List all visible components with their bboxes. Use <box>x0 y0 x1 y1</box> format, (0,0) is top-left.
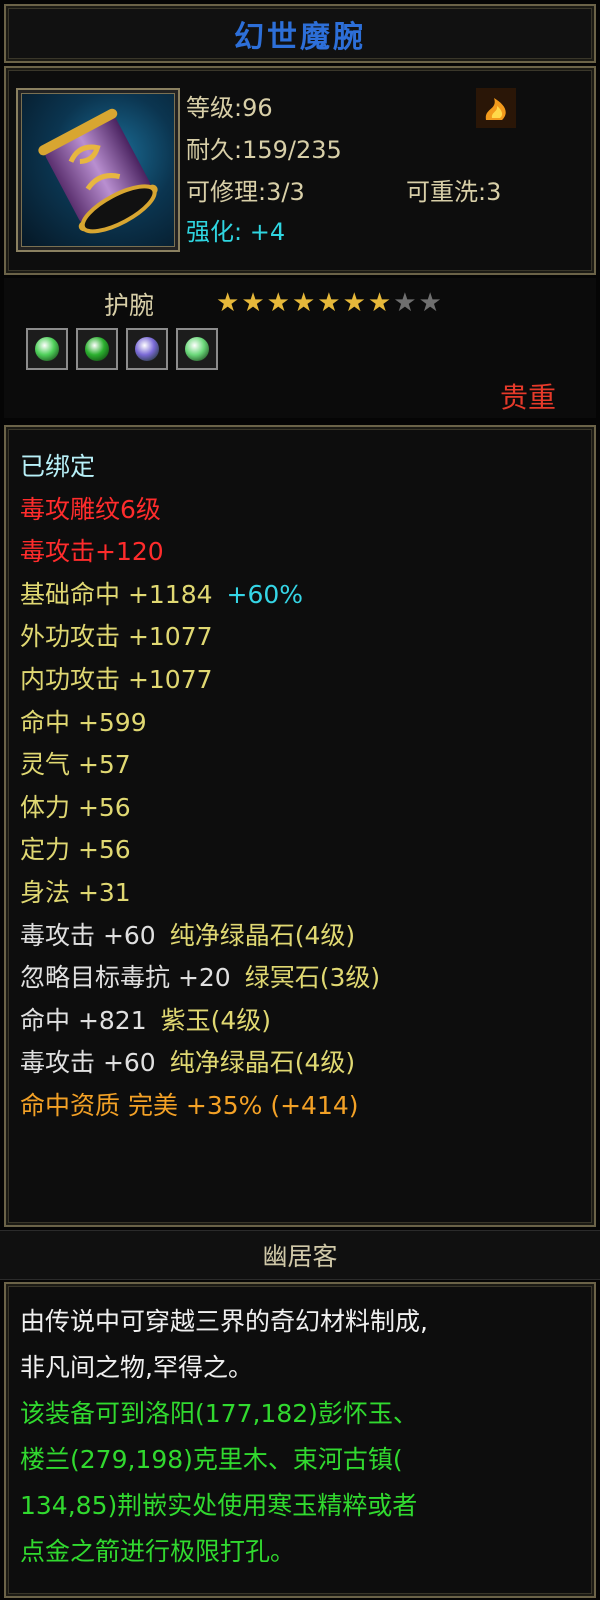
attribute-line: 已绑定 <box>20 447 95 483</box>
description-line: 134,85)荆嵌实处使用寒玉精粹或者 <box>20 1491 418 1520</box>
attribute-text: 定力 +56 <box>20 835 131 865</box>
star-filled-icon: ★ <box>266 288 292 318</box>
item-header: 等级:96 耐久:159/235 可修理:3/3 可重洗:3 强化: +4 <box>4 66 596 275</box>
attribute-text: 命中 +821 <box>20 1005 147 1035</box>
enhance-label: 强化: <box>186 218 243 246</box>
description-line: 楼兰(279,198)克里木、束河古镇( <box>20 1445 403 1474</box>
star-empty-icon: ★ <box>393 288 419 318</box>
attribute-text: 毒攻雕纹6级 <box>20 494 161 524</box>
star-filled-icon: ★ <box>317 288 343 318</box>
attribute-line: 命中 +821 紫玉(4级) <box>20 1001 271 1037</box>
star-empty-icon: ★ <box>418 288 444 318</box>
attribute-text: 灵气 +57 <box>20 750 131 780</box>
attribute-text: 忽略目标毒抗 +20 <box>20 963 231 993</box>
attribute-text: 外功攻击 +1077 <box>20 622 213 652</box>
star-rating: ★★★★★★★★★ <box>216 288 444 318</box>
description-line: 点金之箭进行极限打孔。 <box>20 1537 296 1566</box>
description-panel: 由传说中可穿越三界的奇幻材料制成, 非凡间之物,罕得之。该装备可到洛阳(177,1… <box>4 1282 596 1598</box>
attribute-line: 毒攻击 +60 纯净绿晶石(4级) <box>20 916 355 952</box>
gem-slots <box>26 328 218 370</box>
attribute-list: 已绑定毒攻雕纹6级 毒攻击+120 基础命中 +1184 +60% 外功攻击 +1077… <box>4 425 596 1227</box>
attribute-line: 定力 +56 <box>20 830 131 866</box>
star-filled-icon: ★ <box>342 288 368 318</box>
attribute-line: 命中资质 完美 +35% (+414) <box>20 1086 359 1122</box>
attribute-extra: 纯净绿晶石(4级) <box>169 920 356 950</box>
attribute-text: 毒攻击 +60 <box>20 920 156 950</box>
star-filled-icon: ★ <box>241 288 267 318</box>
attribute-extra: 紫玉(4级) <box>160 1005 272 1035</box>
level-stat: 等级:96 <box>186 94 273 122</box>
purple-gem-icon[interactable] <box>126 328 168 370</box>
attribute-text: 命中资质 完美 +35% (+414) <box>20 1091 359 1120</box>
description-line: 该装备可到洛阳(177,182)彭怀玉、 <box>20 1399 418 1428</box>
description-line: 由传说中可穿越三界的奇幻材料制成, <box>20 1307 428 1336</box>
attribute-text: 身法 +31 <box>20 878 131 907</box>
green-gem-icon[interactable] <box>176 328 218 370</box>
attribute-text: 基础命中 +1184 <box>20 579 213 609</box>
maker-name: 幽居客 <box>262 1242 338 1271</box>
durability-stat: 耐久:159/235 <box>186 136 342 164</box>
item-type: 护腕 <box>104 291 155 320</box>
star-filled-icon: ★ <box>367 288 394 318</box>
attribute-line: 灵气 +57 <box>20 745 131 781</box>
attribute-line: 身法 +31 <box>20 873 131 909</box>
type-panel: 护腕 ★★★★★★★★★ 贵重 <box>4 278 596 418</box>
attribute-line: 基础命中 +1184 +60% <box>20 575 303 611</box>
item-title: 幻世魔腕 <box>234 19 366 55</box>
title-panel: 幻世魔腕 <box>4 4 596 63</box>
attribute-text: 毒攻击 +60 <box>20 1048 156 1078</box>
fire-element-icon <box>476 88 516 128</box>
attribute-text: 命中 +599 <box>20 707 147 737</box>
attribute-line: 外功攻击 +1077 <box>20 617 213 653</box>
attribute-text: 内功攻击 +1077 <box>20 665 213 694</box>
attribute-extra: +60% <box>226 579 304 609</box>
attribute-text: 已绑定 <box>20 452 96 481</box>
attribute-line: 毒攻击 +60 纯净绿晶石(4级) <box>20 1043 355 1079</box>
attribute-text: 毒攻击+120 <box>20 537 164 567</box>
attribute-line: 忽略目标毒抗 +20 绿冥石(3级) <box>20 958 380 994</box>
attribute-line: 命中 +599 <box>20 703 147 739</box>
attribute-line: 毒攻雕纹6级 <box>20 490 161 526</box>
maker-bar: 幽居客 <box>0 1230 600 1280</box>
rarity-label: 贵重 <box>499 381 556 414</box>
attribute-text: 体力 +56 <box>20 792 131 822</box>
rewash-stat: 可重洗:3 <box>406 178 502 206</box>
attribute-extra: 绿冥石(3级) <box>244 963 381 993</box>
star-filled-icon: ★ <box>216 288 242 318</box>
attribute-line: 体力 +56 <box>20 788 131 824</box>
star-filled-icon: ★ <box>291 288 318 318</box>
bracer-icon[interactable] <box>16 88 180 252</box>
item-tooltip: 幻世魔腕 等级:96 耐久:159/235 可修理:3/3 可重洗:3 强化: … <box>0 0 600 1600</box>
attribute-extra: 纯净绿晶石(4级) <box>169 1048 356 1078</box>
attribute-line: 毒攻击+120 <box>20 532 164 568</box>
enhance-value: +4 <box>249 218 286 246</box>
green-crystal-icon[interactable] <box>76 328 118 370</box>
repair-stat: 可修理:3/3 <box>186 178 305 206</box>
attribute-line: 内功攻击 +1077 <box>20 660 213 696</box>
bracer-image <box>38 108 158 234</box>
green-gem-icon[interactable] <box>26 328 68 370</box>
enhance-stat: 强化: +4 <box>186 212 285 247</box>
description-line: 非凡间之物,罕得之。 <box>20 1353 253 1382</box>
